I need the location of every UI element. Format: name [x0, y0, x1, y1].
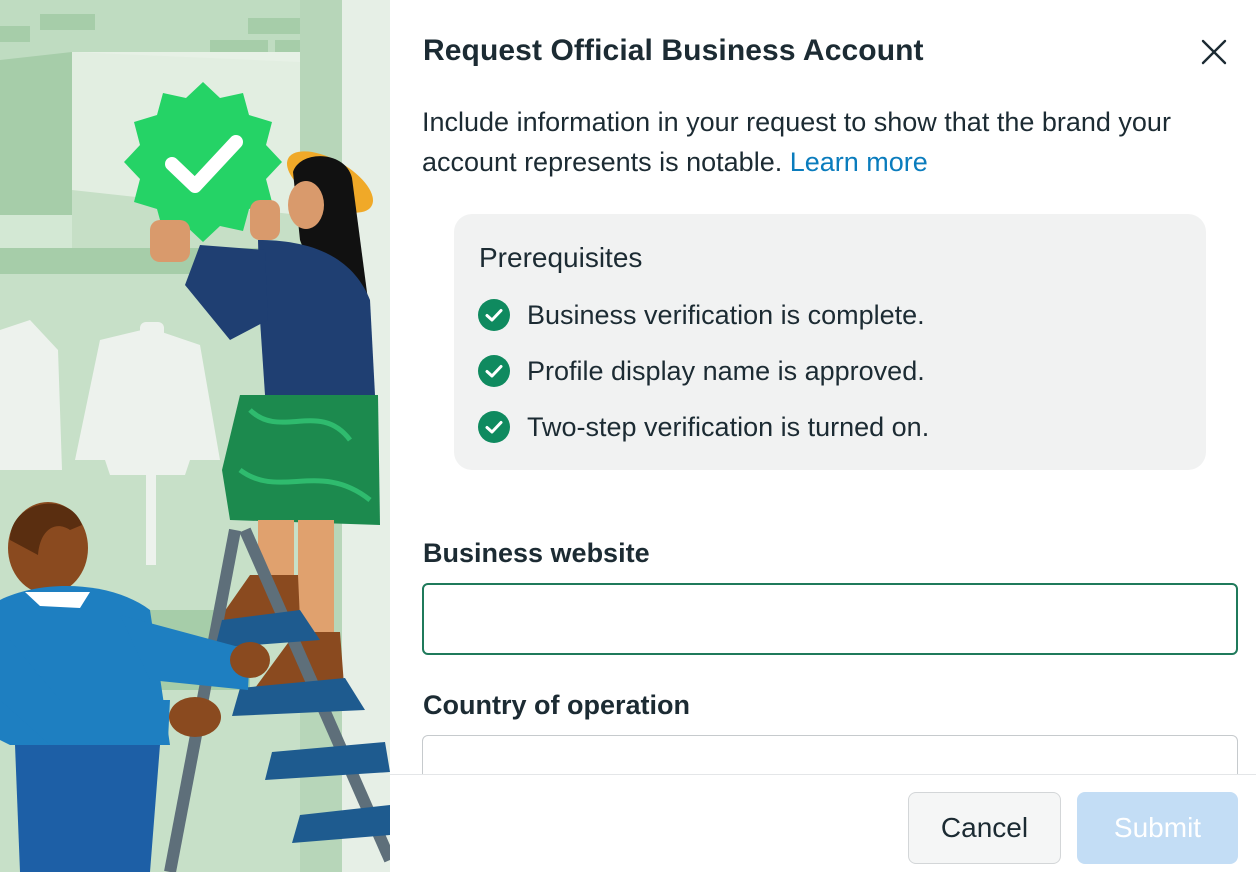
intro-paragraph: Include information in your request to s… [422, 102, 1252, 182]
prerequisites-title: Prerequisites [479, 242, 643, 273]
hero-illustration [0, 0, 390, 872]
prerequisites-box: Prerequisites Business verification is c… [454, 214, 1206, 470]
prerequisite-label: Business verification is complete. [527, 299, 925, 330]
prerequisite-item: Two-step verification is turned on. [478, 410, 929, 444]
prerequisite-label: Two-step verification is turned on. [527, 411, 930, 442]
business-website-input[interactable] [422, 583, 1238, 655]
cancel-button[interactable]: Cancel [908, 792, 1061, 864]
dialog-title: Request Official Business Account [423, 34, 924, 67]
prerequisite-item: Profile display name is approved. [478, 354, 925, 388]
request-dialog: Request Official Business Account Includ… [390, 0, 1256, 872]
close-button[interactable] [1196, 34, 1232, 70]
learn-more-link[interactable]: Learn more [790, 147, 928, 177]
check-circle-icon [478, 411, 510, 443]
prerequisite-item: Business verification is complete. [478, 298, 925, 332]
business-website-label: Business website [423, 538, 650, 568]
check-circle-icon [478, 299, 510, 331]
prerequisite-label: Profile display name is approved. [527, 355, 925, 386]
country-of-operation-label: Country of operation [423, 690, 690, 720]
check-circle-icon [478, 355, 510, 387]
close-icon [1201, 39, 1227, 65]
dialog-footer: Cancel Submit [390, 774, 1256, 872]
submit-button[interactable]: Submit [1077, 792, 1238, 864]
